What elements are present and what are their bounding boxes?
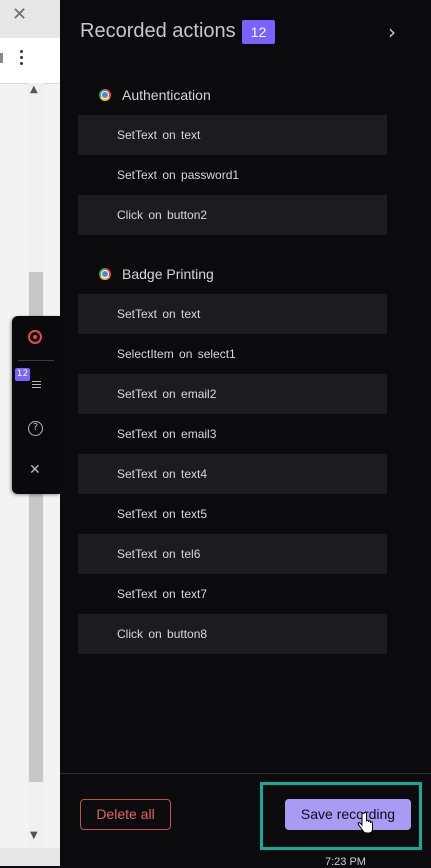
taskbar-clock: 7:23 PM [325,856,366,868]
action-label: SetText on email3 [117,427,217,441]
browser-titlebar: ✕ [0,0,60,38]
action-label: SetText on password1 [117,168,240,182]
action-row[interactable]: SetText on email2 [78,374,387,414]
action-label: SelectItem on select1 [117,347,236,361]
action-row[interactable]: Click on button8 [78,614,387,654]
record-icon[interactable] [28,330,42,344]
cursor-icon [357,812,373,834]
browser-toolbar [0,38,60,84]
chrome-icon [99,89,111,101]
action-row[interactable]: SetText on text7 [78,574,387,614]
group-name: Badge Printing [122,266,214,282]
panel-title: Recorded actions [80,20,236,42]
action-row[interactable]: SetText on email3 [78,414,387,454]
save-recording-button[interactable]: Save recording [285,799,411,830]
action-label: SetText on text4 [117,467,208,481]
action-row[interactable]: SetText on password1 [78,155,387,195]
action-row[interactable]: SetText on text [78,115,387,155]
recorded-actions-panel: Recorded actions 12 › Authentication Set… [60,0,431,868]
scroll-down-icon[interactable]: ▼ [30,830,38,841]
close-icon[interactable]: ✕ [29,463,41,477]
footer-divider [60,773,431,774]
delete-all-button[interactable]: Delete all [80,799,171,830]
actions-count-badge: 12 [242,20,275,44]
action-label: SetText on text5 [117,507,208,521]
action-row[interactable]: Click on button2 [78,195,387,235]
action-label: Click on button8 [117,627,208,641]
action-group-authentication: Authentication SetText on text SetText o… [78,75,387,235]
action-group-badge-printing: Badge Printing SetText on text SelectIte… [78,254,387,654]
recorder-toolbar: 12 ? ✕ [12,316,60,494]
scroll-up-icon[interactable]: ▲ [30,84,38,95]
action-row[interactable]: SetText on text [78,294,387,334]
toolbar-edge [0,53,3,63]
action-label: SetText on text7 [117,587,208,601]
action-label: SetText on text [117,307,201,321]
close-icon[interactable]: ✕ [12,4,27,25]
list-icon[interactable] [32,381,41,390]
help-icon[interactable]: ? [28,421,43,436]
kebab-menu-icon[interactable] [18,50,24,68]
action-row[interactable]: SelectItem on select1 [78,334,387,374]
action-label: SetText on tel6 [117,547,201,561]
taskbar-strip [0,848,60,866]
action-count-badge: 12 [15,368,30,381]
action-label: SetText on text [117,128,201,142]
group-name: Authentication [122,87,211,103]
chrome-icon [99,268,111,280]
group-header: Authentication [78,75,387,115]
group-header: Badge Printing [78,254,387,294]
toolbar-divider [18,360,54,361]
action-row[interactable]: SetText on text4 [78,454,387,494]
chevron-right-icon[interactable]: › [388,20,396,44]
action-label: SetText on email2 [117,387,217,401]
action-row[interactable]: SetText on tel6 [78,534,387,574]
action-label: Click on button2 [117,208,208,222]
action-row[interactable]: SetText on text5 [78,494,387,534]
